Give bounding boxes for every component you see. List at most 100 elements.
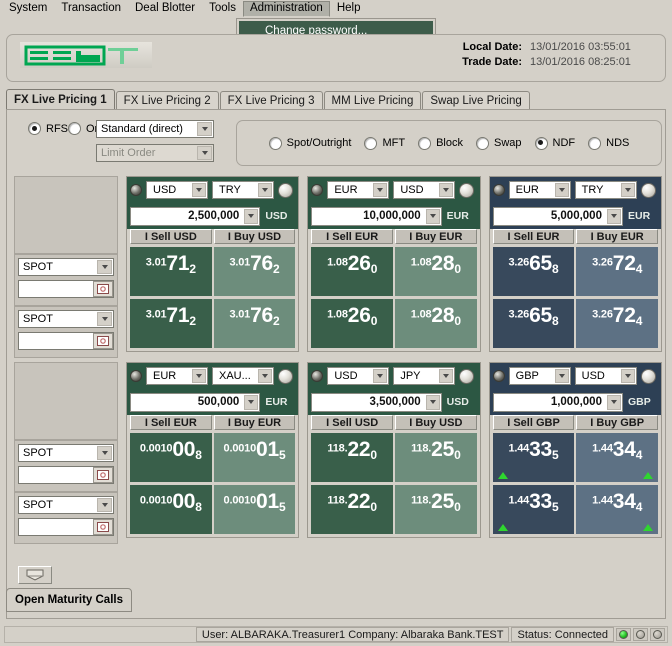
status-sphere-icon[interactable]: [640, 368, 656, 384]
price-tile-sell[interactable]: 118.220: [311, 485, 393, 534]
radio-block[interactable]: Block: [418, 136, 463, 150]
quote-currency-select[interactable]: JPY: [393, 367, 456, 385]
tray-toggle-button[interactable]: [18, 566, 52, 584]
radio-dot-icon[interactable]: [364, 136, 378, 150]
radio-dot-icon[interactable]: [28, 122, 41, 135]
buy-button[interactable]: I Buy EUR: [395, 229, 477, 244]
base-currency-select[interactable]: USD: [146, 181, 208, 199]
base-currency-select[interactable]: USD: [327, 367, 390, 385]
calendar-icon[interactable]: [93, 281, 113, 297]
price-tile-sell[interactable]: 3.26658: [492, 247, 575, 296]
chevron-down-icon[interactable]: [554, 183, 569, 197]
chevron-down-icon[interactable]: [197, 146, 212, 160]
calendar-icon[interactable]: [93, 519, 113, 535]
tenor-select[interactable]: SPOT: [18, 444, 114, 462]
calendar-icon[interactable]: [93, 333, 113, 349]
amount-input[interactable]: 1,000,000: [492, 392, 623, 412]
price-tile-sell[interactable]: 1.44335: [492, 433, 575, 482]
value-date-input[interactable]: [18, 332, 114, 350]
chevron-down-icon[interactable]: [244, 208, 259, 224]
chevron-down-icon[interactable]: [606, 394, 621, 410]
price-tile-buy[interactable]: 118.250: [395, 485, 477, 534]
radio-dot-icon[interactable]: [534, 136, 548, 150]
buy-button[interactable]: I Buy EUR: [576, 229, 658, 244]
chevron-down-icon[interactable]: [192, 183, 206, 197]
price-tile-sell[interactable]: 3.01712: [130, 247, 212, 296]
chevron-down-icon[interactable]: [258, 183, 272, 197]
amount-input[interactable]: 5,000,000: [492, 206, 623, 226]
status-sphere-icon[interactable]: [459, 182, 475, 198]
menu-transaction[interactable]: Transaction: [54, 1, 128, 17]
menu-administration[interactable]: Administration: [242, 0, 330, 17]
menu-deal-blotter[interactable]: Deal Blotter: [128, 1, 202, 17]
price-tile-sell[interactable]: 0.0010008: [130, 485, 212, 534]
price-tile-sell[interactable]: 3.01712: [130, 299, 212, 348]
calendar-icon[interactable]: [93, 467, 113, 483]
quote-currency-select[interactable]: USD: [393, 181, 456, 199]
tab-fx-live-pricing-1[interactable]: FX Live Pricing 1: [6, 89, 115, 110]
buy-button[interactable]: I Buy USD: [395, 415, 477, 430]
price-tile-buy[interactable]: 3.01762: [213, 247, 296, 296]
radio-dot-icon[interactable]: [268, 136, 282, 150]
price-tile-buy[interactable]: 1.44344: [576, 485, 658, 534]
amount-input[interactable]: 2,500,000: [130, 206, 261, 226]
chevron-down-icon[interactable]: [244, 394, 259, 410]
amount-input[interactable]: 3,500,000: [311, 392, 442, 412]
quote-currency-select[interactable]: TRY: [574, 181, 637, 199]
status-sphere-icon[interactable]: [278, 182, 293, 198]
status-sphere-icon[interactable]: [459, 368, 475, 384]
menu-tools[interactable]: Tools: [202, 1, 243, 17]
radio-dot-icon[interactable]: [418, 136, 432, 150]
price-tile-sell[interactable]: 1.08260: [311, 247, 393, 296]
sell-button[interactable]: I Sell GBP: [492, 415, 575, 430]
chevron-down-icon[interactable]: [97, 498, 112, 512]
menu-system[interactable]: System: [2, 1, 54, 17]
sell-button[interactable]: I Sell EUR: [130, 415, 212, 430]
sell-button[interactable]: I Sell USD: [130, 229, 212, 244]
tab-fx-live-pricing-3[interactable]: FX Live Pricing 3: [219, 91, 323, 110]
buy-button[interactable]: I Buy USD: [213, 229, 296, 244]
refresh-spinner-icon[interactable]: [492, 370, 505, 382]
quote-currency-select[interactable]: TRY: [212, 181, 274, 199]
price-tile-buy[interactable]: 1.08280: [395, 299, 477, 348]
radio-nds[interactable]: NDS: [588, 136, 629, 150]
sell-button[interactable]: I Sell EUR: [311, 229, 393, 244]
status-sphere-icon[interactable]: [640, 182, 656, 198]
radio-ndf[interactable]: NDF: [534, 136, 575, 150]
price-tile-buy[interactable]: 118.250: [395, 433, 477, 482]
chevron-down-icon[interactable]: [97, 312, 112, 326]
radio-spot-outright[interactable]: Spot/Outright: [268, 136, 351, 150]
chevron-down-icon[interactable]: [258, 369, 272, 383]
base-currency-select[interactable]: GBP: [508, 367, 571, 385]
rfs-type-select[interactable]: Standard (direct): [96, 120, 214, 138]
radio-rfs[interactable]: RFS: [28, 122, 68, 135]
status-sphere-icon[interactable]: [278, 368, 293, 384]
base-currency-select[interactable]: EUR: [508, 181, 571, 199]
chevron-down-icon[interactable]: [197, 122, 212, 136]
price-tile-sell[interactable]: 118.220: [311, 433, 393, 482]
chevron-down-icon[interactable]: [425, 208, 440, 224]
price-tile-sell[interactable]: 0.0010008: [130, 433, 212, 482]
buy-button[interactable]: I Buy EUR: [213, 415, 296, 430]
sell-button[interactable]: I Sell USD: [311, 415, 393, 430]
chevron-down-icon[interactable]: [439, 369, 454, 383]
chevron-down-icon[interactable]: [554, 369, 569, 383]
price-tile-sell[interactable]: 3.26658: [492, 299, 575, 348]
radio-dot-icon[interactable]: [68, 122, 81, 135]
sell-button[interactable]: I Sell EUR: [492, 229, 575, 244]
radio-dot-icon[interactable]: [475, 136, 489, 150]
price-tile-buy[interactable]: 3.01762: [213, 299, 296, 348]
order-type-select[interactable]: Limit Order: [96, 144, 214, 162]
refresh-spinner-icon[interactable]: [130, 370, 142, 382]
chevron-down-icon[interactable]: [620, 183, 635, 197]
chevron-down-icon[interactable]: [97, 260, 112, 274]
tab-mm-live-pricing[interactable]: MM Live Pricing: [323, 91, 422, 110]
value-date-input[interactable]: [18, 466, 114, 484]
price-tile-buy[interactable]: 3.26724: [576, 247, 658, 296]
menu-help[interactable]: Help: [330, 1, 368, 17]
tenor-select[interactable]: SPOT: [18, 258, 114, 276]
quote-currency-select[interactable]: XAU...: [212, 367, 274, 385]
base-currency-select[interactable]: EUR: [327, 181, 390, 199]
chevron-down-icon[interactable]: [192, 369, 206, 383]
price-tile-sell[interactable]: 1.44335: [492, 485, 575, 534]
